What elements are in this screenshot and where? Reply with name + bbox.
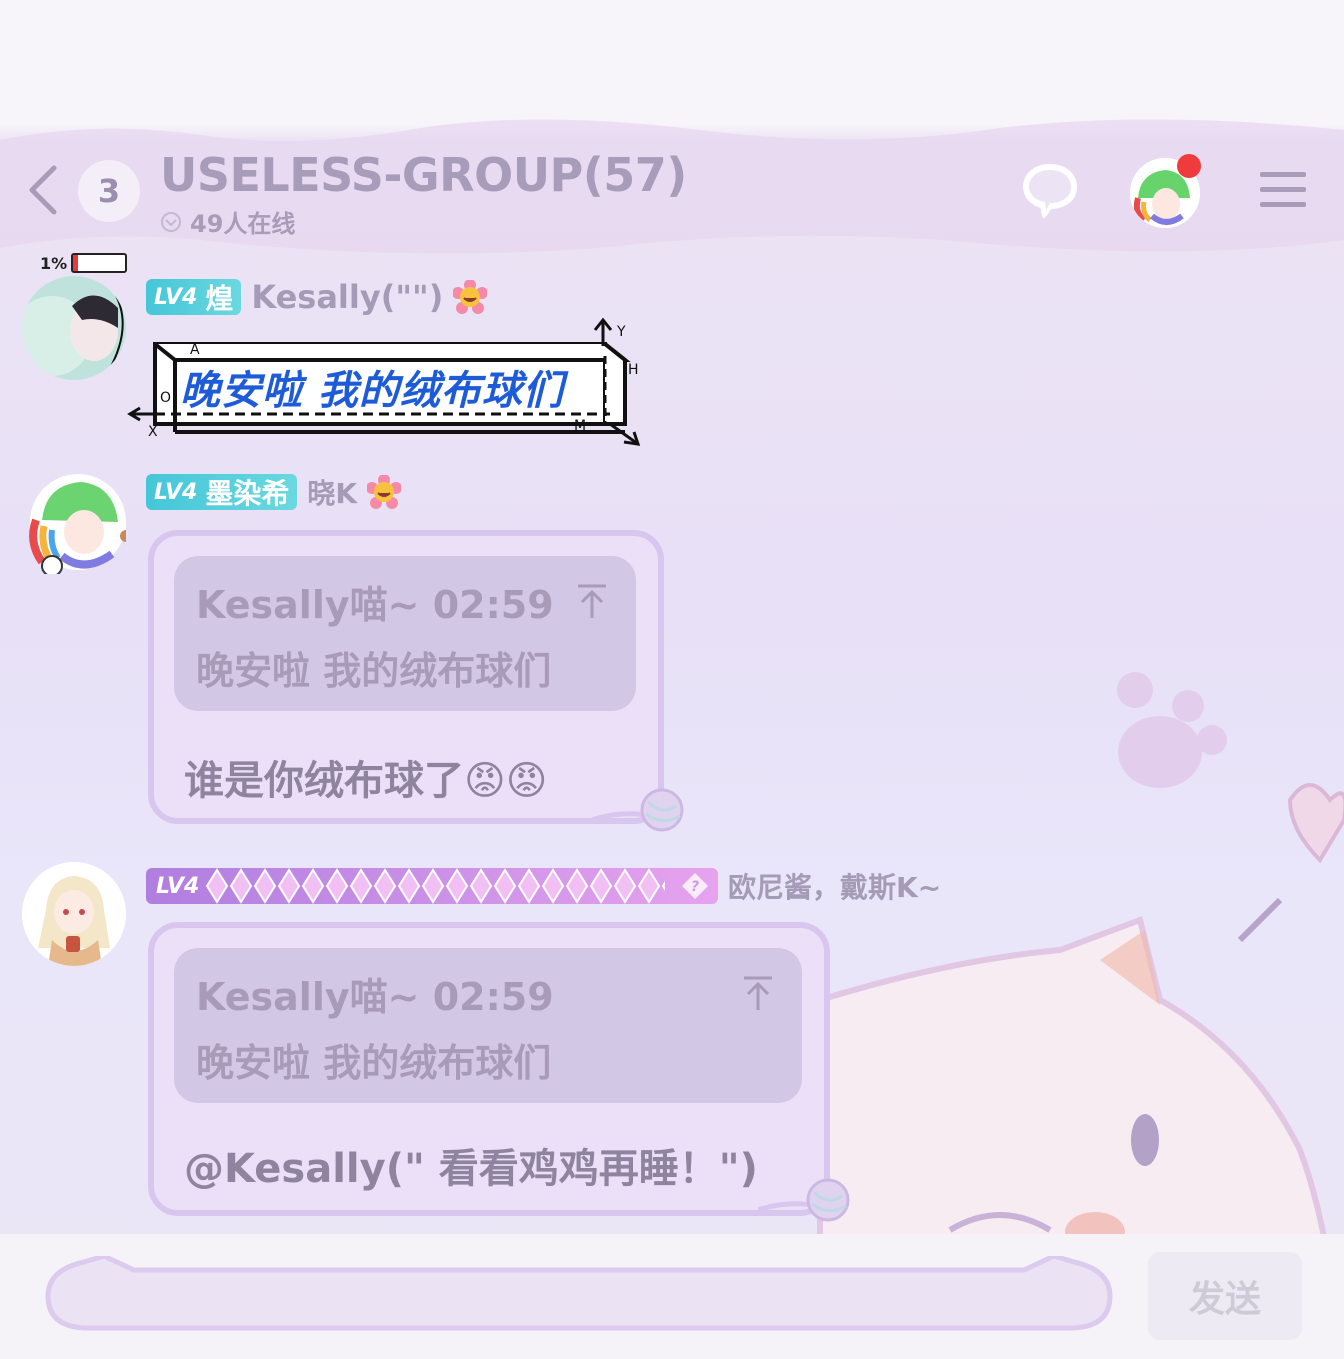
level-text: LV4 — [154, 284, 198, 310]
quote-header: Kesally喵~ 02:59 — [196, 583, 554, 627]
yarn-ball-icon — [592, 788, 684, 832]
axis-label-o: O — [160, 390, 171, 406]
sender-name[interactable]: 晓K — [307, 472, 357, 512]
message-text: @Kesally(" 看看鸡鸡再睡！") — [184, 1146, 758, 1192]
quoted-message[interactable]: Kesally喵~ 02:59 晚安啦 我的绒布球们 — [174, 948, 802, 1103]
level-text: LV4 — [156, 873, 200, 899]
sender-info-row: LV4 煌 Kesally("") — [146, 278, 488, 316]
flower-smile-icon — [367, 475, 402, 509]
avatar-image — [22, 862, 126, 966]
flower-smile-icon — [453, 280, 488, 314]
sender-avatar-kesally[interactable] — [22, 276, 126, 380]
sender-avatar-xiaok[interactable] — [22, 470, 126, 574]
battery-level-fill — [73, 255, 79, 271]
jump-to-top-icon[interactable] — [740, 974, 776, 1014]
online-status: 49人在线 — [160, 204, 295, 239]
sender-avatar-onii[interactable] — [22, 862, 126, 966]
yarn-ball-icon — [758, 1178, 850, 1222]
quote-body: 晚安啦 我的绒布球们 — [196, 1041, 552, 1085]
chevron-left-icon[interactable] — [22, 160, 66, 220]
sender-name[interactable]: Kesally("") — [251, 278, 443, 316]
chevron-down-circle-icon[interactable] — [160, 211, 182, 233]
message-input-field[interactable] — [44, 1256, 1114, 1332]
axis-label-m: M — [574, 418, 586, 434]
speech-bubble-icon[interactable] — [1020, 160, 1080, 220]
axis-label-a: A — [190, 342, 200, 358]
avatar-image — [29, 474, 126, 574]
level-tag: LV4 ? — [146, 868, 718, 904]
sticker-text: 晚安啦 我的绒布球们 — [180, 368, 564, 414]
quote-body: 晚安啦 我的绒布球们 — [196, 649, 552, 693]
help-diamond-icon[interactable]: ? — [680, 871, 710, 901]
svg-text:?: ? — [691, 879, 699, 895]
group-title: USELESS-GROUP(57) — [160, 148, 687, 202]
sender-name[interactable]: 欧尼酱，戴斯K~ — [728, 866, 941, 906]
sender-info-row: LV4 ? 欧尼酱，戴斯K~ — [146, 866, 941, 906]
send-button[interactable]: 发送 — [1148, 1252, 1302, 1340]
level-text: LV4 — [154, 479, 198, 505]
notification-dot — [1177, 154, 1201, 178]
hamburger-menu-icon[interactable] — [1258, 168, 1308, 212]
level-pattern-decoration — [205, 868, 666, 904]
battery-text: 1% — [40, 253, 68, 273]
level-title: 煌 — [205, 282, 234, 315]
level-tag: LV4 墨染希 — [146, 474, 298, 510]
quote-header: Kesally喵~ 02:59 — [196, 975, 554, 1019]
message-bubble[interactable]: Kesally喵~ 02:59 晚安啦 我的绒布球们 @Kesally(" 看看… — [148, 922, 830, 1216]
level-title: 墨染希 — [205, 477, 290, 510]
online-count-text: 49人在线 — [190, 210, 296, 238]
jump-to-top-icon[interactable] — [574, 582, 610, 622]
level-tag: LV4 煌 — [146, 279, 242, 315]
sender-info-row: LV4 墨染希 晓K — [146, 472, 402, 512]
message-text: 谁是你绒布球了😡😡 — [184, 758, 548, 804]
battery-indicator: 1% — [40, 253, 128, 273]
axis-label-x: X — [148, 424, 158, 440]
axis-label-h: H — [628, 362, 639, 378]
message-bubble[interactable]: Kesally喵~ 02:59 晚安啦 我的绒布球们 谁是你绒布球了😡😡 — [148, 530, 664, 824]
unread-count-badge[interactable]: 3 — [78, 160, 140, 222]
quoted-message[interactable]: Kesally喵~ 02:59 晚安啦 我的绒布球们 — [174, 556, 636, 711]
avatar-image — [22, 276, 126, 380]
axis-label-y: Y — [616, 324, 626, 340]
battery-icon — [71, 253, 128, 273]
